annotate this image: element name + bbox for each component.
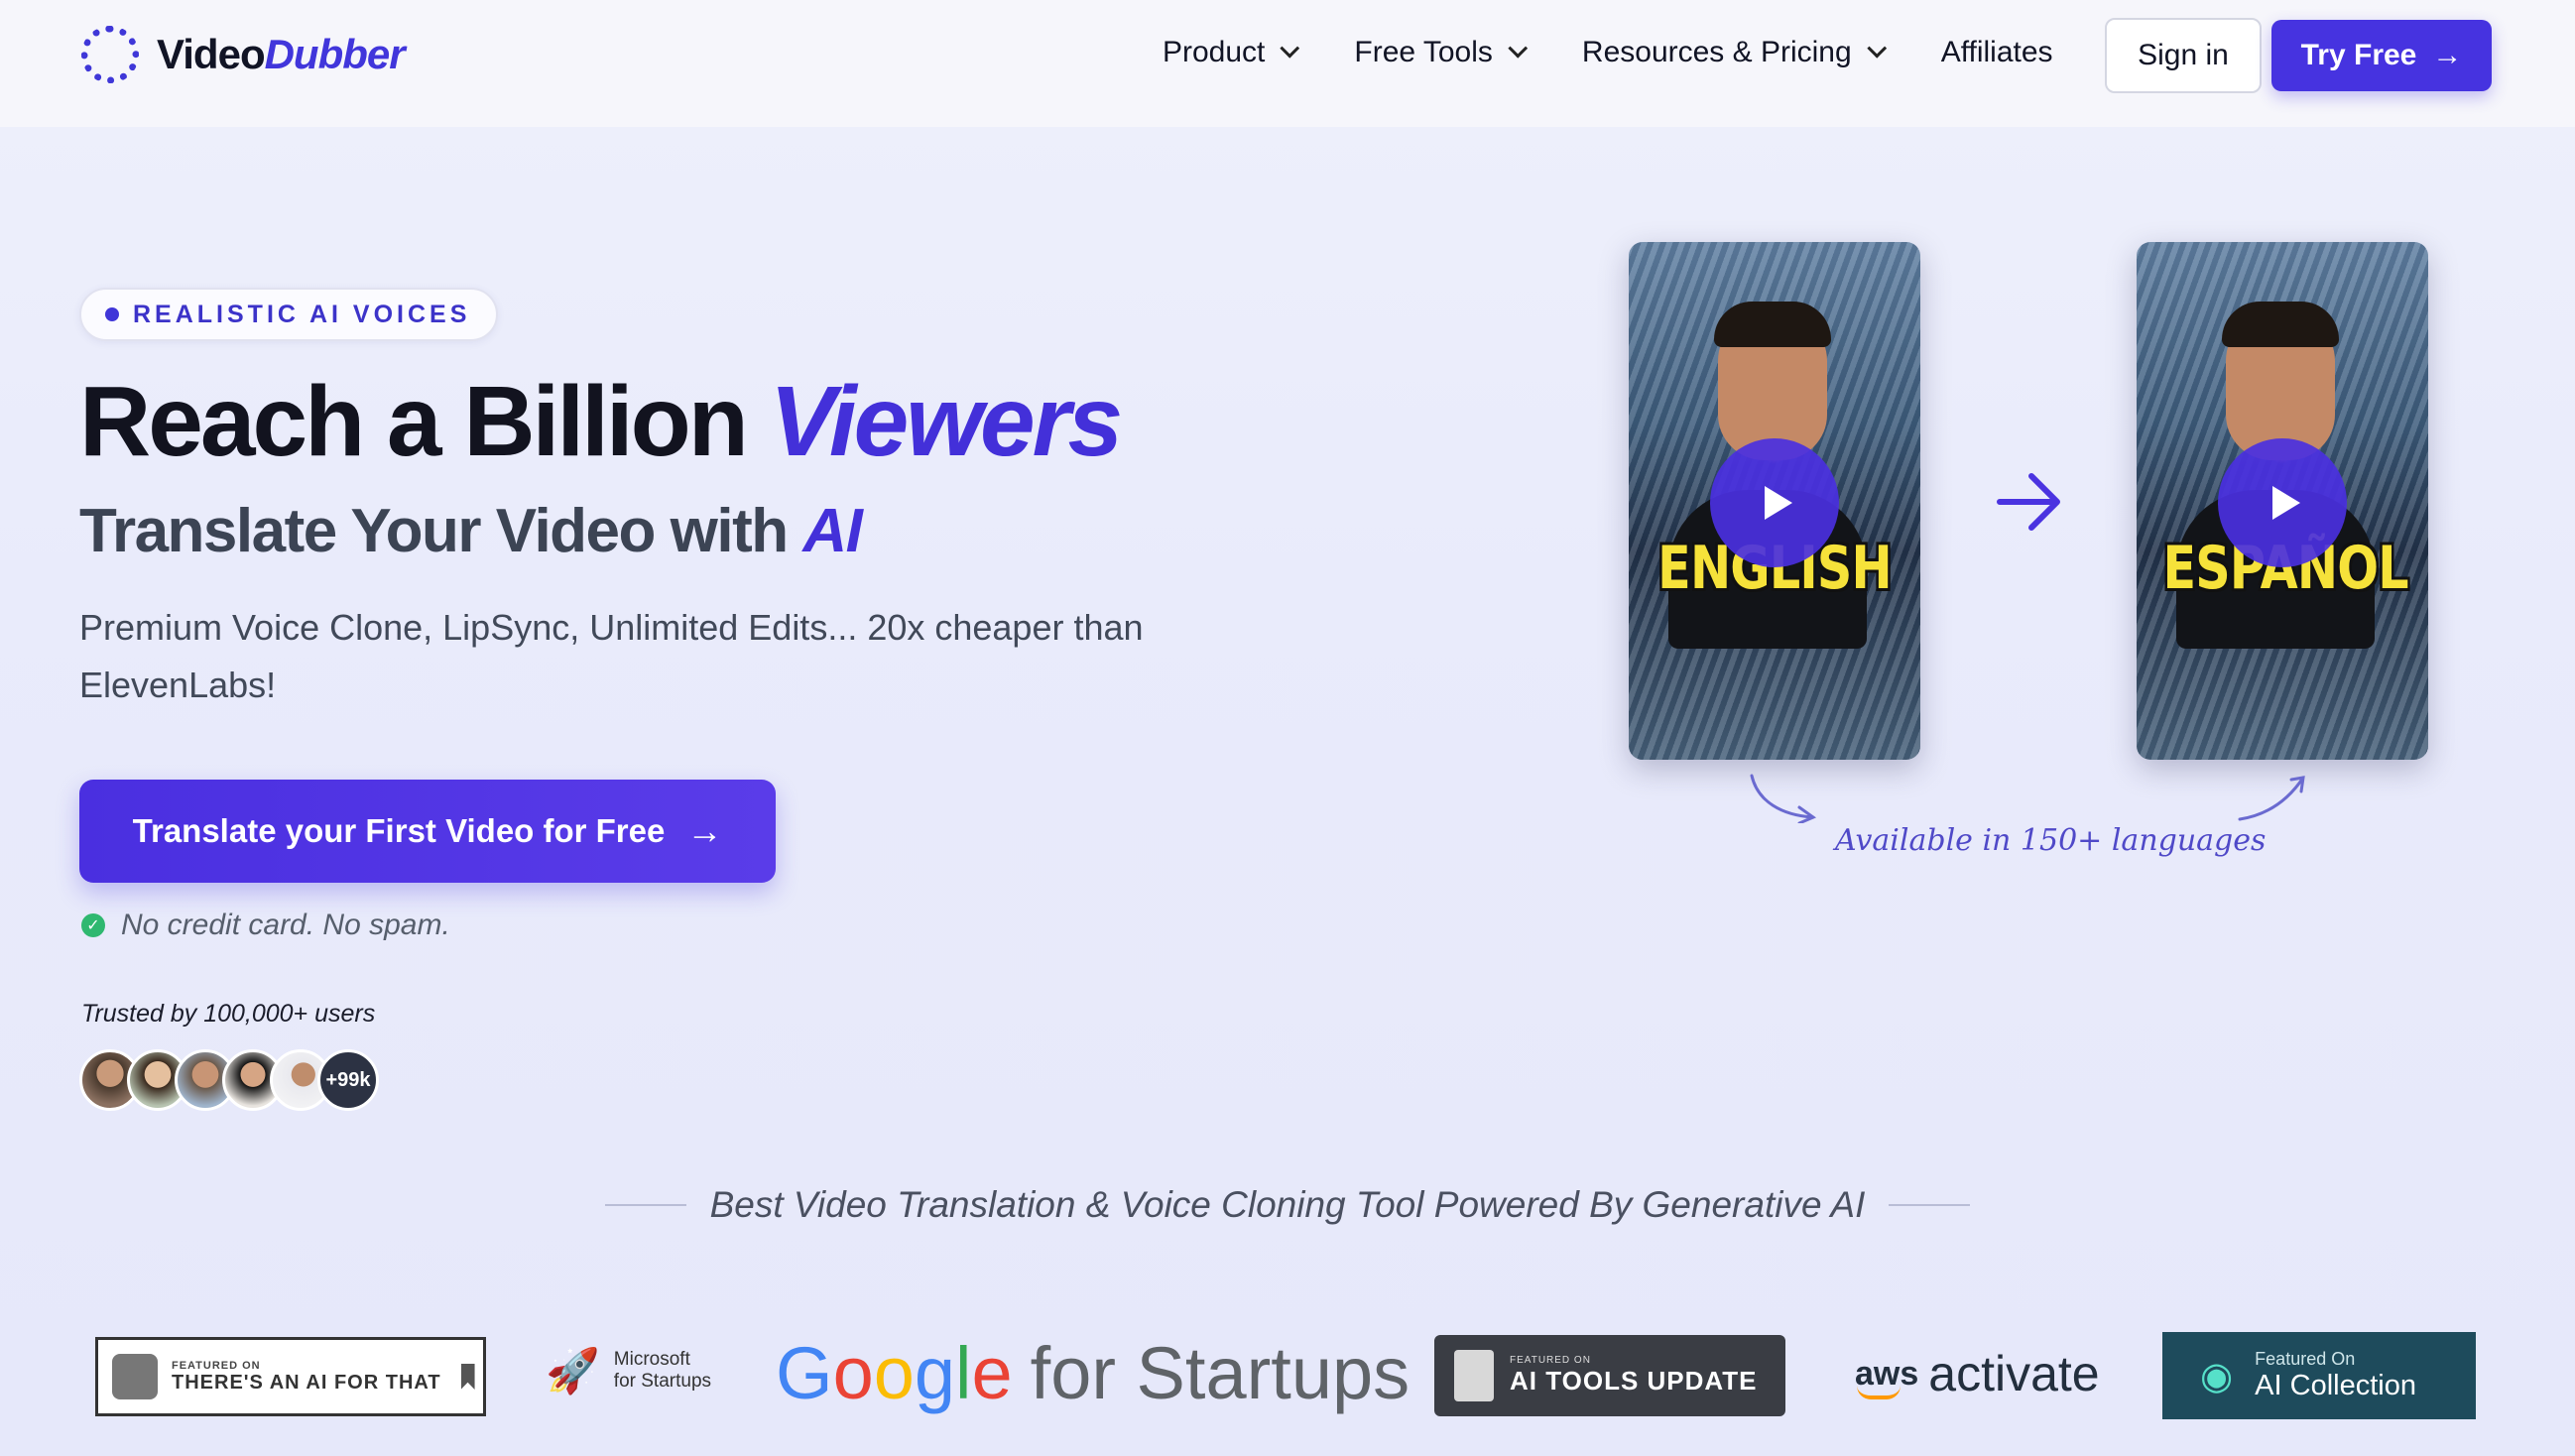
microsoft-for-startups-logo[interactable]: 🚀 Microsoft for Startups bbox=[546, 1345, 711, 1396]
featured-tagline: Best Video Translation & Voice Cloning T… bbox=[593, 1184, 1982, 1226]
avatar-more-count: +99k bbox=[317, 1049, 379, 1111]
play-icon[interactable] bbox=[2218, 438, 2347, 567]
top-nav: VideoDubber Product Free Tools Resources… bbox=[0, 0, 2575, 127]
eye-icon: ◉ bbox=[2200, 1355, 2234, 1397]
google-for-startups-logo[interactable]: Google for Startups bbox=[776, 1331, 1410, 1415]
play-icon[interactable] bbox=[1710, 438, 1839, 567]
curved-arrow-icon bbox=[2238, 776, 2305, 821]
bookmark-icon bbox=[460, 1364, 475, 1390]
robot-icon bbox=[1454, 1350, 1494, 1401]
rocket-icon: 🚀 bbox=[546, 1347, 600, 1395]
arrow-right-icon: → bbox=[2432, 39, 2463, 71]
hero-lead: Premium Voice Clone, LipSync, Unlimited … bbox=[79, 607, 1144, 705]
aws-activate-logo[interactable]: aws activate bbox=[1855, 1345, 2100, 1402]
arm-flex-icon bbox=[112, 1354, 158, 1399]
no-credit-card-note: ✓ No credit card. No spam. bbox=[81, 909, 450, 942]
ai-tools-update-logo[interactable]: FEATURED ON AI TOOLS UPDATE bbox=[1434, 1335, 1785, 1416]
nav-item-resources-pricing[interactable]: Resources & Pricing bbox=[1582, 36, 1887, 69]
spanish-video-thumbnail[interactable]: ESPAÑOL bbox=[2137, 242, 2428, 760]
sign-in-button[interactable]: Sign in bbox=[2105, 18, 2262, 93]
arrow-right-icon: → bbox=[686, 810, 723, 851]
brand-name: VideoDubber bbox=[157, 31, 406, 77]
hero-title: Reach a Billion Viewers bbox=[79, 366, 1123, 477]
chevron-down-icon bbox=[1508, 38, 1529, 59]
ai-collection-logo[interactable]: ◉ Featured On AI Collection bbox=[2162, 1332, 2476, 1419]
user-avatars: +99k bbox=[79, 1049, 379, 1111]
logo-ring-icon bbox=[81, 26, 139, 83]
hero-badge: REALISTIC AI VOICES bbox=[79, 288, 499, 341]
brand-logo[interactable]: VideoDubber bbox=[81, 26, 406, 83]
languages-note: Available in 150+ languages bbox=[1835, 823, 2267, 858]
try-free-button[interactable]: Try Free → bbox=[2271, 20, 2492, 91]
curved-arrow-icon bbox=[1750, 774, 1817, 823]
nav-links: Product Free Tools Resources & Pricing A… bbox=[1163, 36, 2053, 69]
translate-first-video-button[interactable]: Translate your First Video for Free → bbox=[79, 780, 776, 883]
divider bbox=[604, 1204, 686, 1206]
badge-dot-icon bbox=[105, 307, 119, 321]
hero-subtitle: Translate Your Video with AI bbox=[79, 497, 863, 565]
arrow-right-icon bbox=[1997, 473, 2060, 531]
chevron-down-icon bbox=[1867, 38, 1887, 59]
english-video-thumbnail[interactable]: ENGLISH bbox=[1629, 242, 1920, 760]
nav-item-free-tools[interactable]: Free Tools bbox=[1354, 36, 1529, 69]
theres-an-ai-for-that-logo[interactable]: FEATURED ON THERE'S AN AI FOR THAT bbox=[95, 1337, 486, 1416]
nav-item-affiliates[interactable]: Affiliates bbox=[1941, 36, 2053, 69]
trusted-by-text: Trusted by 100,000+ users bbox=[81, 1000, 376, 1028]
nav-item-product[interactable]: Product bbox=[1163, 36, 1300, 69]
divider bbox=[1889, 1204, 1971, 1206]
chevron-down-icon bbox=[1280, 38, 1300, 59]
check-circle-icon: ✓ bbox=[81, 913, 105, 937]
